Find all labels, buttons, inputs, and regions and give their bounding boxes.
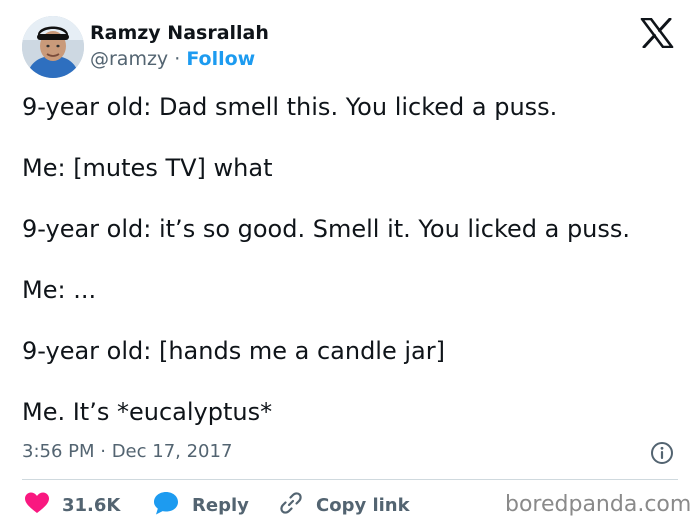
- tweet-line: Me. It’s *eucalyptus*: [22, 398, 273, 426]
- tweet-text: 9-year old: Dad smell this. You licked a…: [22, 92, 682, 458]
- avatar[interactable]: [22, 16, 84, 78]
- author-handle[interactable]: @ramzy: [90, 48, 168, 70]
- separator-dot: ·: [168, 48, 187, 70]
- tweet-line: 9-year old: [hands me a candle jar]: [22, 337, 445, 365]
- x-logo-icon[interactable]: [640, 17, 674, 49]
- heart-icon: [24, 491, 50, 519]
- speech-bubble-icon: [152, 490, 180, 520]
- reply-label: Reply: [192, 494, 249, 516]
- info-icon[interactable]: [650, 441, 674, 465]
- link-icon: [278, 490, 304, 520]
- timestamp[interactable]: 3:56 PM · Dec 17, 2017: [22, 441, 232, 462]
- follow-button[interactable]: Follow: [186, 48, 255, 70]
- author-name[interactable]: Ramzy Nasrallah: [90, 22, 269, 44]
- like-button[interactable]: 31.6K: [24, 492, 120, 518]
- reply-button[interactable]: Reply: [152, 492, 249, 518]
- like-count: 31.6K: [62, 494, 121, 516]
- tweet-line: Me: ...: [22, 276, 97, 304]
- divider: [22, 479, 678, 480]
- handle-row: @ramzy · Follow: [90, 48, 255, 70]
- tweet-line: Me: [mutes TV] what: [22, 154, 273, 182]
- copy-link-label: Copy link: [316, 494, 410, 516]
- copy-link-button[interactable]: Copy link: [278, 492, 410, 518]
- tweet-line: 9-year old: it’s so good. Smell it. You …: [22, 215, 631, 243]
- watermark: boredpanda.com: [505, 492, 692, 517]
- tweet-card: Ramzy Nasrallah @ramzy · Follow 9-year o…: [0, 0, 700, 532]
- tweet-line: 9-year old: Dad smell this. You licked a…: [22, 93, 558, 121]
